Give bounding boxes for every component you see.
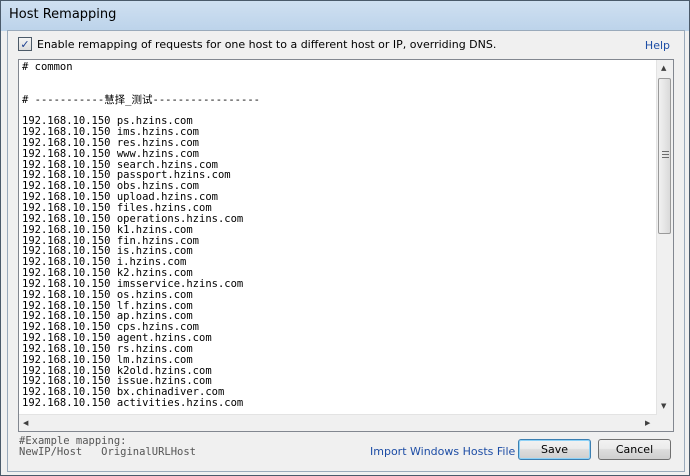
help-link[interactable]: Help [645,39,670,52]
import-hosts-link[interactable]: Import Windows Hosts File [370,445,515,458]
host-remapping-window: Host Remapping ✓ Enable remapping of req… [0,0,690,476]
enable-remapping-label[interactable]: Enable remapping of requests for one hos… [37,38,496,51]
dialog-body: ✓ Enable remapping of requests for one h… [7,30,685,472]
vertical-scrollbar[interactable]: ▲ ▼ [656,60,673,415]
enable-remapping-row[interactable]: ✓ Enable remapping of requests for one h… [18,37,496,51]
grip-line [662,151,669,152]
enable-remapping-checkbox[interactable]: ✓ [18,37,32,51]
window-title: Host Remapping [9,7,117,22]
grip-line [662,154,669,155]
checkmark-icon: ✓ [20,37,30,51]
cancel-button[interactable]: Cancel [598,439,671,460]
scroll-left-icon[interactable]: ◀ [23,419,28,427]
scroll-right-icon[interactable]: ▶ [645,419,650,427]
scroll-up-icon[interactable]: ▲ [661,64,666,72]
scroll-down-icon[interactable]: ▼ [661,402,666,410]
grip-line [662,157,669,158]
horizontal-scrollbar[interactable]: ◀ ▶ [19,414,657,431]
title-bar[interactable]: Host Remapping [1,1,689,29]
host-mapping-text[interactable]: # common # -----------慧择_测试-------------… [22,62,652,409]
vertical-scroll-thumb[interactable] [658,78,671,234]
save-button[interactable]: Save [518,439,591,460]
host-mapping-editor[interactable]: # common # -----------慧择_测试-------------… [18,59,674,432]
example-mapping-hint: #Example mapping: NewIP/Host OriginalURL… [19,435,197,458]
scrollbar-corner [657,415,673,431]
